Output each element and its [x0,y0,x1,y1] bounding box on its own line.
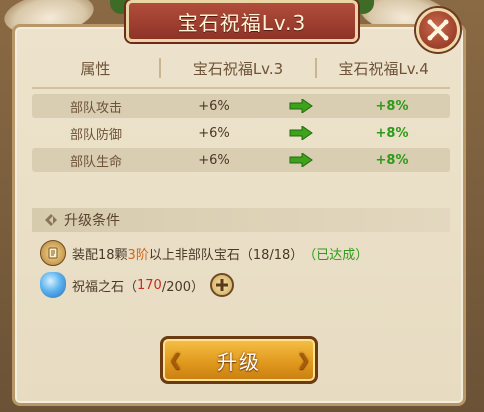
upgrade-label: 升级 [217,349,261,374]
arrow-right-icon [268,126,334,140]
gem-icon [40,272,66,298]
stat-current: +6% [198,152,230,168]
button-deco-left: ❮ [169,350,185,369]
header-current-level: 宝石祝福Lv.3 [192,59,284,78]
stat-current: +6% [198,98,230,114]
stat-current: +6% [198,125,230,141]
stat-row: 部队防御 +6% +8% [32,121,450,145]
header-next-level: 宝石祝福Lv.4 [338,59,429,78]
requirement-stone: 祝福之石（ 170 /200） [40,272,235,298]
dialog-backdrop: 宝石祝福Lv.3 属性 宝石祝福Lv.3 宝石祝福Lv.4 部队攻击 +6% +… [0,0,484,412]
stat-next: +8% [375,152,409,168]
requirement-gems: 装配18颗 3阶 以上非部队宝石（18/18） （已达成） [40,240,368,266]
button-deco-right: ❯ [297,350,313,369]
arrow-right-icon [268,153,334,167]
close-button[interactable] [416,8,460,52]
stone-need-count: /200） [161,279,205,295]
stat-attribute: 部队生命 [69,154,122,170]
requirement-text-suffix: 以上非部队宝石（18/18） [148,247,304,263]
conditions-header: 升级条件 [32,208,450,232]
scroll-icon [40,240,66,266]
requirement-status: （已达成） [303,247,369,263]
plus-icon [216,279,229,291]
stone-have-count: 170 [137,277,162,293]
stat-attribute: 部队防御 [69,127,122,143]
diamond-icon [38,213,64,227]
conditions-title: 升级条件 [64,213,120,229]
header-attribute: 属性 [80,59,111,78]
stone-name: 祝福之石（ [72,279,138,295]
stat-next: +8% [375,98,409,114]
stat-attribute: 部队攻击 [69,100,122,116]
header-divider [32,87,450,89]
stat-row: 部队生命 +6% +8% [32,148,450,172]
add-stone-button[interactable] [210,273,235,297]
upgrade-button[interactable]: ❮ 升级 ❯ [160,336,318,384]
arrow-right-icon [268,99,334,113]
dialog-title: 宝石祝福Lv.3 [126,0,358,42]
table-header: 属性 宝石祝福Lv.3 宝石祝福Lv.4 [32,52,450,84]
stat-next: +8% [375,125,409,141]
stat-row: 部队攻击 +6% +8% [32,94,450,118]
requirement-text-prefix: 装配18颗 [72,247,128,263]
close-icon [427,19,449,41]
requirement-tier: 3阶 [127,247,149,263]
